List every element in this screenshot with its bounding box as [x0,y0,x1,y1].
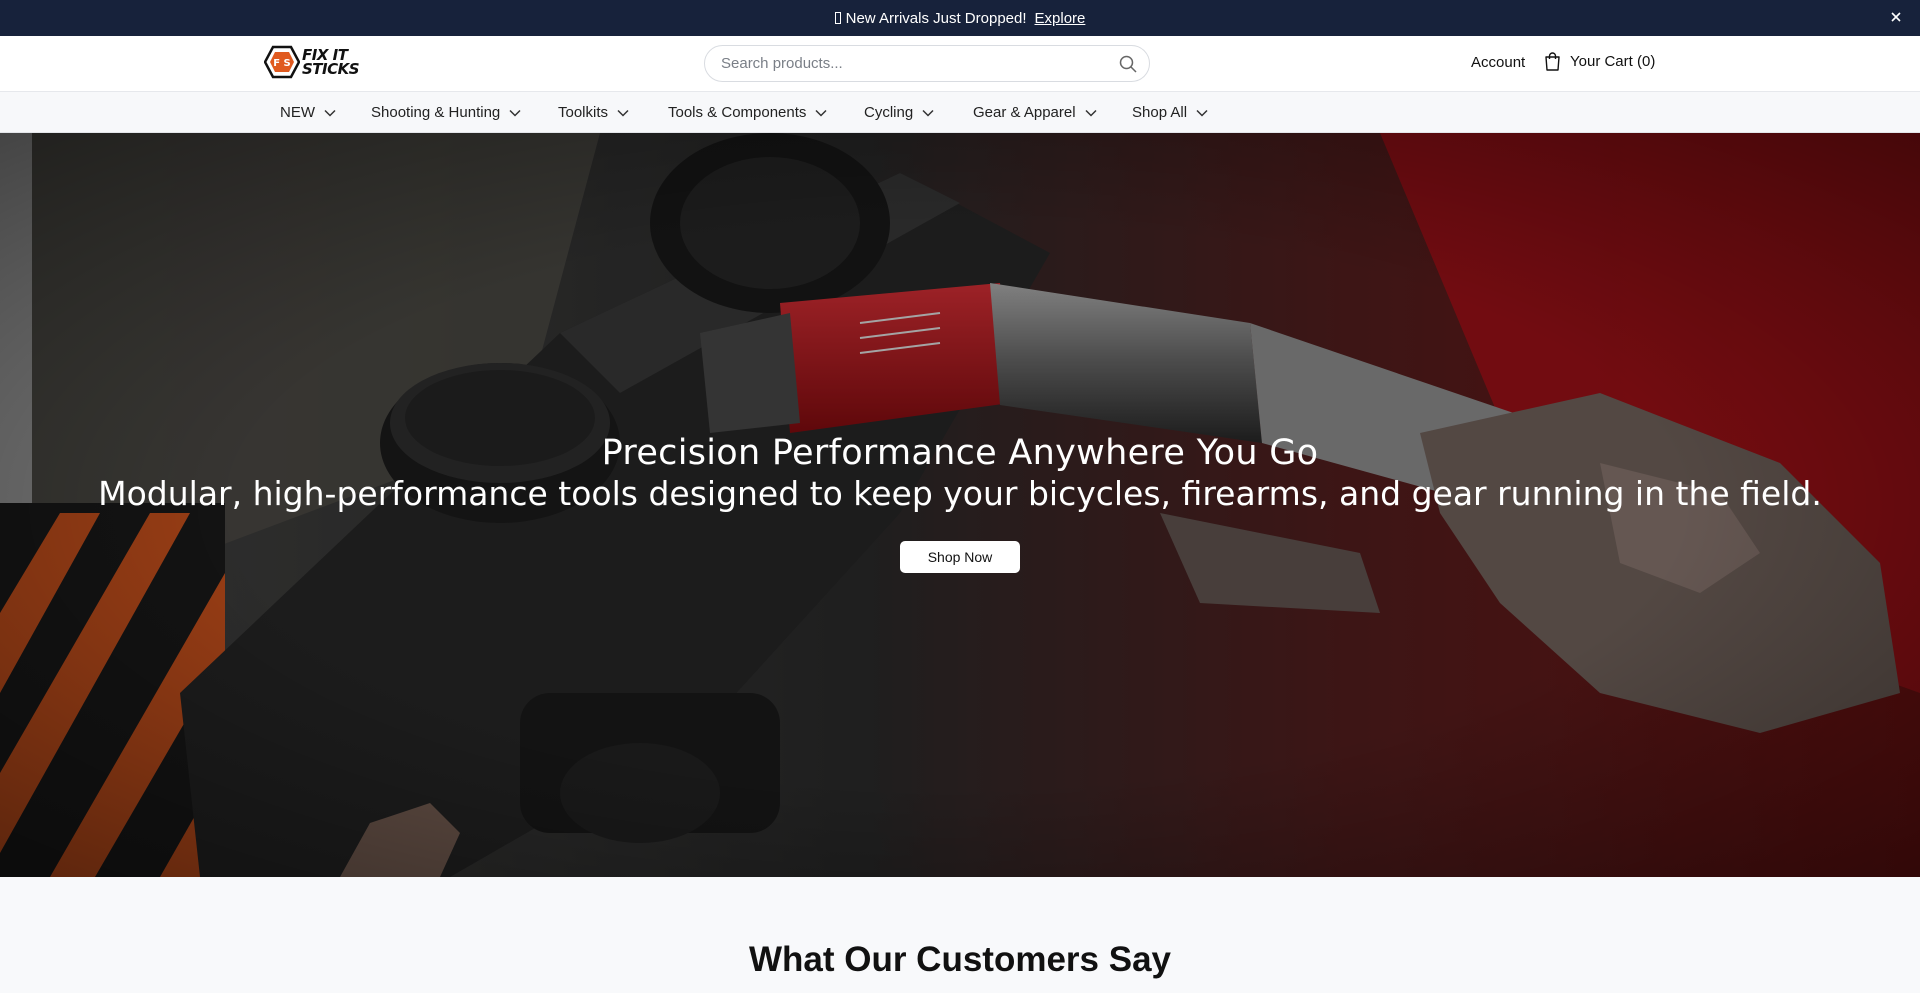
announcement-text: New Arrivals Just Dropped! [845,9,1027,27]
nav-item-gear-apparel[interactable]: Gear & Apparel [973,104,1097,121]
chevron-down-icon [509,109,521,117]
shop-now-button[interactable]: Shop Now [900,541,1020,573]
nav-item-shooting-hunting[interactable]: Shooting & Hunting [371,104,521,121]
logo[interactable]: F S FIX IT STICKS [264,44,384,80]
hero-title: Precision Performance Anywhere You Go [601,433,1319,473]
testimonials-heading: What Our Customers Say [748,940,1172,979]
close-icon[interactable] [1888,9,1904,25]
account-link[interactable]: Account [1471,54,1525,71]
search-input[interactable] [721,55,1101,72]
logo-line-2: STICKS [302,60,360,78]
chevron-down-icon [324,109,336,117]
nav-label: Toolkits [558,104,609,121]
hero-banner: Precision Performance Anywhere You Go Mo… [0,133,1920,877]
search-icon[interactable] [1119,55,1137,73]
chevron-down-icon [617,109,629,117]
nav-item-tools-components[interactable]: Tools & Components [668,104,827,121]
nav-label: Shop All [1132,104,1188,121]
nav-label: Shooting & Hunting [371,104,501,121]
search-box [704,45,1150,82]
hero-subtitle: Modular, high-performance tools designed… [98,474,1822,513]
cart-link[interactable]: Your Cart (0) [1544,52,1655,71]
nav-item-toolkits[interactable]: Toolkits [558,104,629,121]
announcement-bar: New Arrivals Just Dropped! Explore [0,0,1920,36]
explore-link[interactable]: Explore [1035,10,1086,27]
cart-label: Your Cart (0) [1570,53,1656,70]
chevron-down-icon [815,109,827,117]
site-header: F S FIX IT STICKS Account Your Cart (0) [0,36,1920,92]
nav-label: Cycling [864,104,914,121]
nav-item-new[interactable]: NEW [280,104,336,121]
svg-text:F S: F S [273,58,291,69]
nav-label: Gear & Apparel [973,104,1076,121]
nav-item-cycling[interactable]: Cycling [864,104,934,121]
chevron-down-icon [1085,109,1097,117]
logo-mark-icon: F S [264,45,300,79]
nav-label: NEW [280,104,315,121]
shopping-bag-icon [1545,52,1560,71]
nav-item-shop-all[interactable]: Shop All [1132,104,1208,121]
missing-glyph-icon [834,12,841,24]
chevron-down-icon [922,109,934,117]
nav-label: Tools & Components [668,104,807,121]
main-nav: NEW Shooting & Hunting Toolkits Tools & … [0,92,1920,133]
chevron-down-icon [1196,109,1208,117]
